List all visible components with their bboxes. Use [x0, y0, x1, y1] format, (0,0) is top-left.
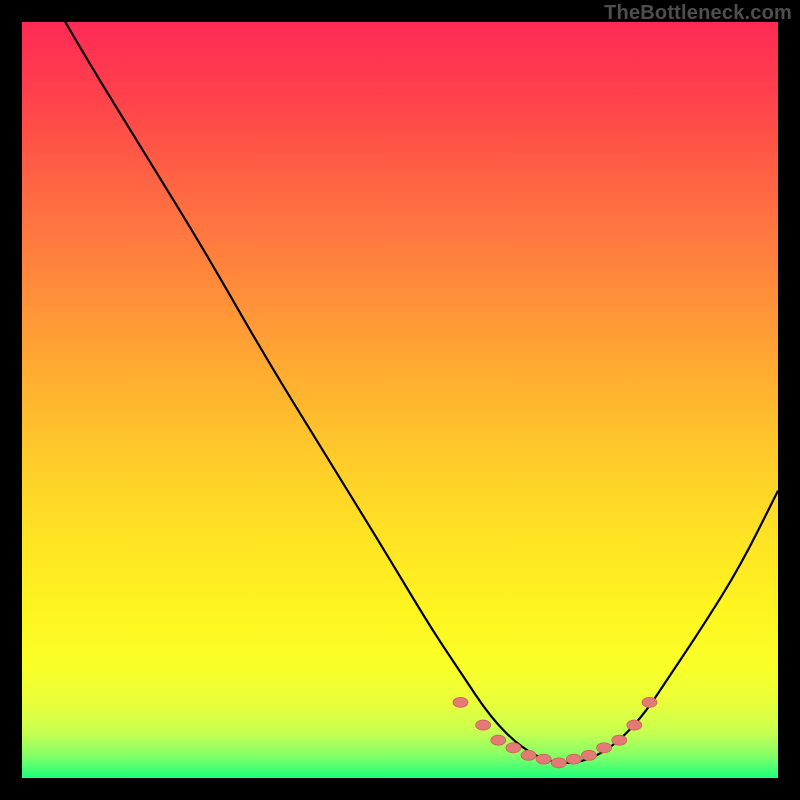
trough-marker	[453, 697, 468, 707]
chart-frame: TheBottleneck.com	[0, 0, 800, 800]
trough-marker	[551, 758, 566, 768]
trough-marker	[476, 720, 491, 730]
trough-marker	[566, 754, 581, 764]
trough-marker	[536, 754, 551, 764]
trough-marker	[521, 750, 536, 760]
trough-marker	[506, 743, 521, 753]
trough-marker	[597, 743, 612, 753]
trough-marker	[491, 735, 506, 745]
watermark-text: TheBottleneck.com	[604, 2, 792, 25]
trough-marker	[627, 720, 642, 730]
bottleneck-chart	[22, 22, 778, 778]
trough-marker	[582, 750, 597, 760]
trough-marker	[642, 697, 657, 707]
trough-marker	[612, 735, 627, 745]
bottleneck-curve-path	[22, 22, 778, 763]
